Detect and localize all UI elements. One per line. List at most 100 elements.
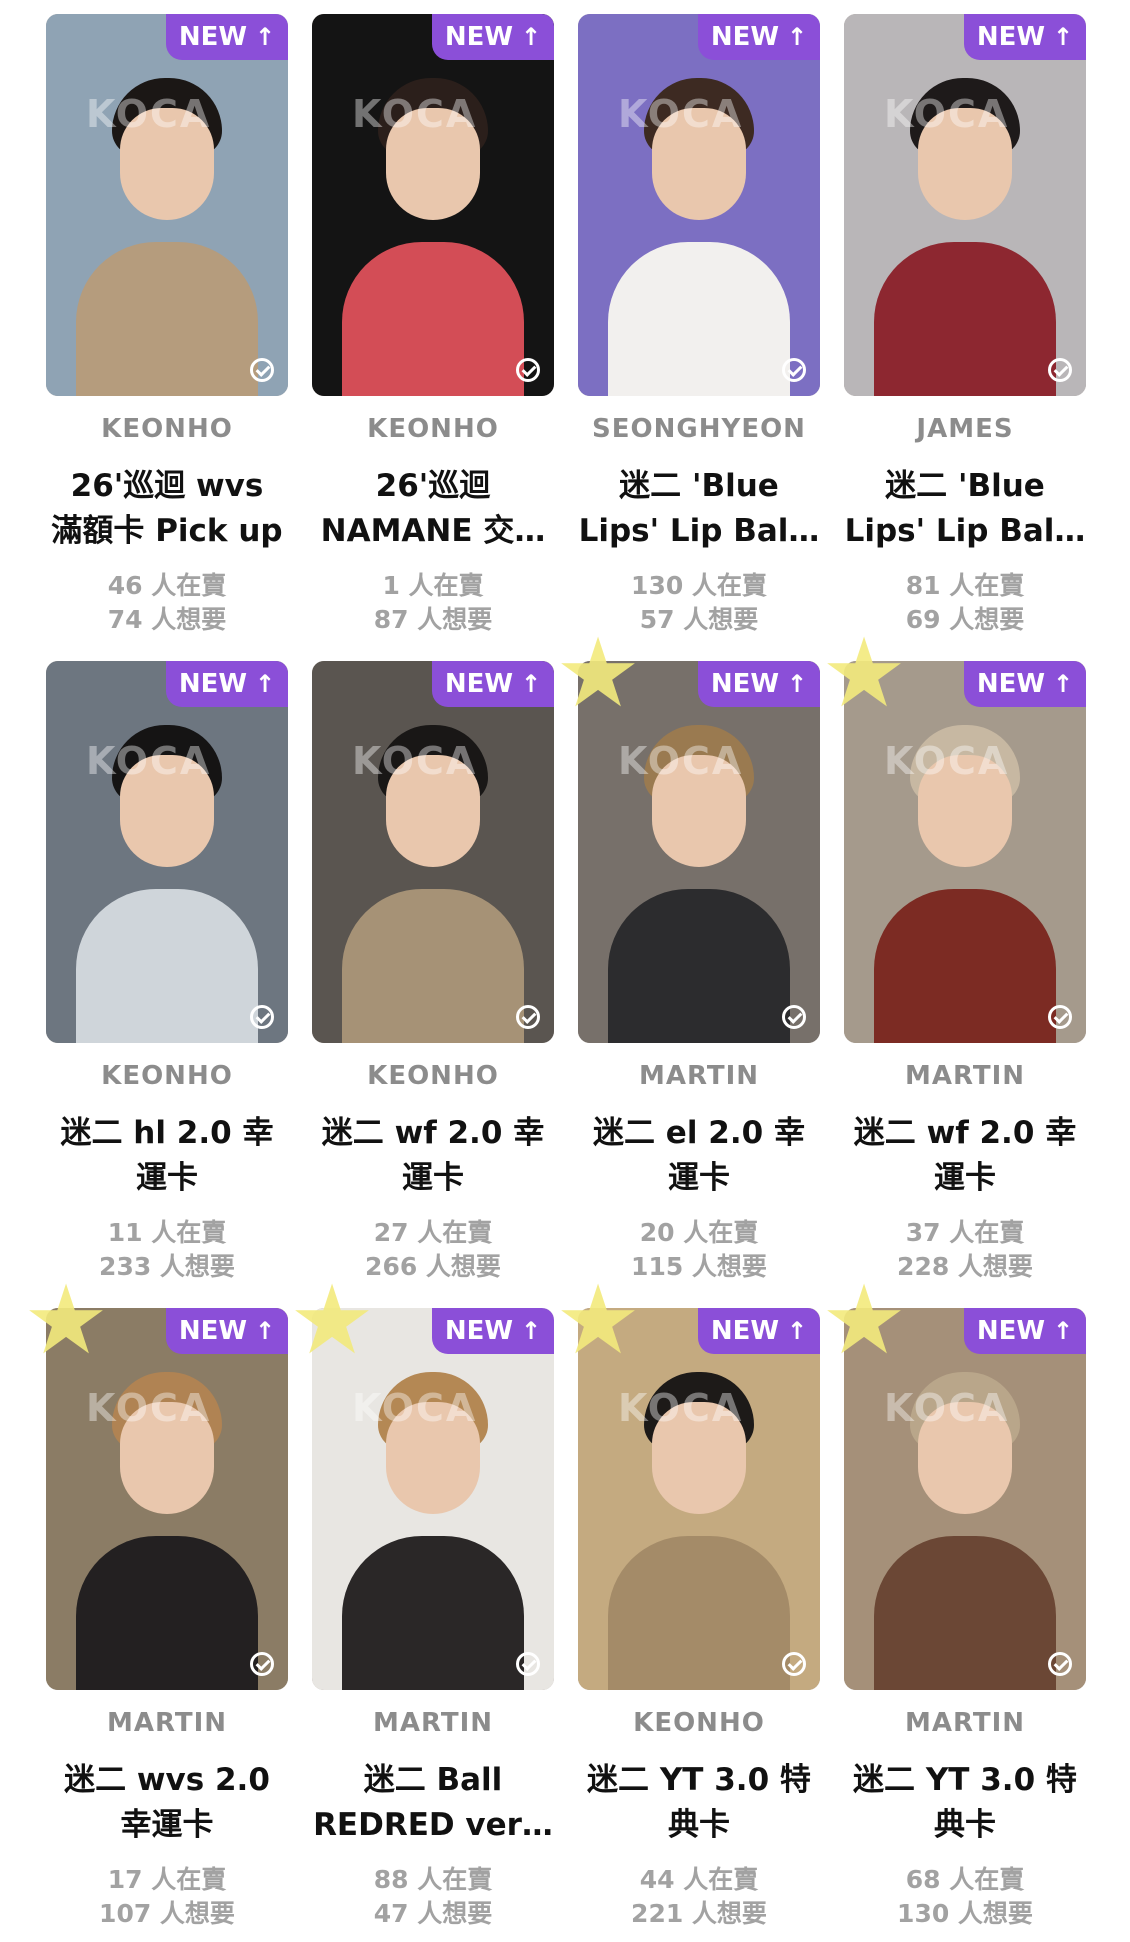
selling-count: 17 人在賣: [107, 1865, 227, 1894]
figure-body: [874, 889, 1056, 1043]
card-title[interactable]: 迷二 YT 3.0 特 典卡: [838, 1758, 1092, 1848]
figure-body: [76, 1536, 258, 1690]
check-circle-icon[interactable]: [516, 1652, 540, 1676]
card-title[interactable]: 迷二 'Blue Lips' Lip Bal…: [838, 464, 1092, 554]
figure-body: [608, 1536, 790, 1690]
wanting-count: 87 人想要: [373, 605, 493, 634]
member-name: KEONHO: [101, 1061, 233, 1091]
check-circle-icon[interactable]: [1048, 358, 1072, 382]
selling-count: 130 人在賣: [631, 571, 767, 600]
selling-count: 20 人在賣: [639, 1218, 759, 1247]
member-name: JAMES: [916, 414, 1014, 444]
card-title[interactable]: 迷二 'Blue Lips' Lip Bal…: [572, 464, 826, 554]
arrow-up-icon: ↑: [255, 670, 276, 698]
arrow-up-icon: ↑: [521, 670, 542, 698]
card-photo[interactable]: KOCA NEW ↑: [312, 14, 554, 396]
star-sticker-icon: ★: [820, 617, 908, 729]
member-name: KEONHO: [633, 1708, 765, 1738]
photocard-item[interactable]: KOCA NEW ↑ MARTIN 迷二 el 2.0 幸 運卡 20 人在賣 1…: [555, 625, 820, 1295]
watermark: KOCA: [86, 92, 212, 136]
member-name: MARTIN: [638, 1061, 760, 1091]
photocard-item[interactable]: KOCA NEW ↑ KEONHO 迷二 YT 3.0 特 典卡 44 人在賣 2…: [555, 1272, 820, 1942]
new-badge: NEW ↑: [432, 14, 554, 60]
arrow-up-icon: ↑: [521, 23, 542, 51]
photocard-item[interactable]: KOCA NEW ↑ KEONHO 26'巡迴 wvs 滿額卡 Pick up 4…: [46, 14, 288, 648]
photocard-item[interactable]: KOCA NEW ↑ KEONHO 迷二 wf 2.0 幸 運卡 27 人在賣 2…: [312, 661, 554, 1295]
member-name: KEONHO: [367, 1061, 499, 1091]
photocard-item[interactable]: KOCA NEW ↑ JAMES 迷二 'Blue Lips' Lip Bal… …: [844, 14, 1086, 648]
card-photo[interactable]: KOCA NEW ↑: [46, 14, 288, 396]
card-title[interactable]: 迷二 wf 2.0 幸 運卡: [306, 1111, 560, 1201]
card-title[interactable]: 迷二 el 2.0 幸 運卡: [572, 1111, 826, 1201]
watermark: KOCA: [352, 739, 478, 783]
photocard-item[interactable]: KOCA NEW ↑ MARTIN 迷二 wvs 2.0 幸運卡 17 人在賣 1…: [23, 1272, 288, 1942]
card-title[interactable]: 迷二 hl 2.0 幸 運卡: [40, 1111, 294, 1201]
wanting-count: 107 人想要: [99, 1899, 235, 1928]
card-title[interactable]: 迷二 YT 3.0 特 典卡: [572, 1758, 826, 1848]
new-badge-label: NEW: [976, 1316, 1046, 1346]
photocard-grid: KOCA NEW ↑ KEONHO 26'巡迴 wvs 滿額卡 Pick up 4…: [0, 0, 1130, 1928]
card-photo[interactable]: KOCA NEW ↑: [844, 14, 1086, 396]
figure-body: [342, 242, 524, 396]
check-circle-icon[interactable]: [250, 1652, 274, 1676]
member-name: MARTIN: [904, 1061, 1026, 1091]
card-title[interactable]: 26'巡迴 NAMANE 交…: [306, 464, 560, 554]
card-title[interactable]: 迷二 wf 2.0 幸 運卡: [838, 1111, 1092, 1201]
check-circle-icon[interactable]: [782, 1005, 806, 1029]
arrow-up-icon: ↑: [255, 23, 276, 51]
check-circle-icon[interactable]: [782, 1652, 806, 1676]
check-circle-icon[interactable]: [516, 1005, 540, 1029]
watermark: KOCA: [884, 739, 1010, 783]
wanting-count: 130 人想要: [897, 1899, 1033, 1928]
watermark: KOCA: [618, 1386, 744, 1430]
figure-body: [874, 242, 1056, 396]
new-badge: NEW ↑: [166, 661, 288, 707]
check-circle-icon[interactable]: [1048, 1005, 1072, 1029]
star-sticker-icon: ★: [554, 1264, 642, 1376]
new-badge-label: NEW: [444, 669, 514, 699]
watermark: KOCA: [352, 1386, 478, 1430]
card-title[interactable]: 迷二 Ball REDRED ver…: [306, 1758, 560, 1848]
check-circle-icon[interactable]: [250, 1005, 274, 1029]
photocard-item[interactable]: KOCA NEW ↑ MARTIN 迷二 wf 2.0 幸 運卡 37 人在賣 2…: [821, 625, 1086, 1295]
check-circle-icon[interactable]: [782, 358, 806, 382]
wanting-count: 47 人想要: [373, 1899, 493, 1928]
star-sticker-icon: ★: [554, 617, 642, 729]
watermark: KOCA: [618, 739, 744, 783]
new-badge: NEW ↑: [964, 661, 1086, 707]
new-badge: NEW ↑: [166, 14, 288, 60]
selling-count: 88 人在賣: [373, 1865, 493, 1894]
watermark: KOCA: [86, 739, 212, 783]
selling-count: 68 人在賣: [905, 1865, 1025, 1894]
card-photo[interactable]: KOCA NEW ↑: [578, 14, 820, 396]
arrow-up-icon: ↑: [1053, 670, 1074, 698]
selling-count: 46 人在賣: [107, 571, 227, 600]
photocard-item[interactable]: KOCA NEW ↑ MARTIN 迷二 Ball REDRED ver… 88 …: [289, 1272, 554, 1942]
photocard-item[interactable]: KOCA NEW ↑ SEONGHYEON 迷二 'Blue Lips' Lip …: [578, 14, 820, 648]
arrow-up-icon: ↑: [255, 1317, 276, 1345]
photocard-item[interactable]: KOCA NEW ↑ KEONHO 迷二 hl 2.0 幸 運卡 11 人在賣 2…: [46, 661, 288, 1295]
watermark: KOCA: [884, 92, 1010, 136]
card-title[interactable]: 迷二 wvs 2.0 幸運卡: [40, 1758, 294, 1848]
figure-body: [76, 889, 258, 1043]
check-circle-icon[interactable]: [1048, 1652, 1072, 1676]
arrow-up-icon: ↑: [1053, 23, 1074, 51]
new-badge-label: NEW: [178, 1316, 248, 1346]
star-sticker-icon: ★: [288, 1264, 376, 1376]
member-name: KEONHO: [367, 414, 499, 444]
figure-body: [342, 889, 524, 1043]
watermark: KOCA: [352, 92, 478, 136]
check-circle-icon[interactable]: [516, 358, 540, 382]
card-photo[interactable]: KOCA NEW ↑: [46, 661, 288, 1043]
selling-count: 37 人在賣: [905, 1218, 1025, 1247]
new-badge-label: NEW: [444, 22, 514, 52]
selling-count: 11 人在賣: [107, 1218, 227, 1247]
card-title[interactable]: 26'巡迴 wvs 滿額卡 Pick up: [40, 464, 294, 554]
photocard-item[interactable]: KOCA NEW ↑ KEONHO 26'巡迴 NAMANE 交… 1 人在賣 8…: [312, 14, 554, 648]
new-badge: NEW ↑: [432, 1308, 554, 1354]
new-badge-label: NEW: [178, 22, 248, 52]
check-circle-icon[interactable]: [250, 358, 274, 382]
new-badge: NEW ↑: [964, 14, 1086, 60]
photocard-item[interactable]: KOCA NEW ↑ MARTIN 迷二 YT 3.0 特 典卡 68 人在賣 1…: [821, 1272, 1086, 1942]
card-photo[interactable]: KOCA NEW ↑: [312, 661, 554, 1043]
